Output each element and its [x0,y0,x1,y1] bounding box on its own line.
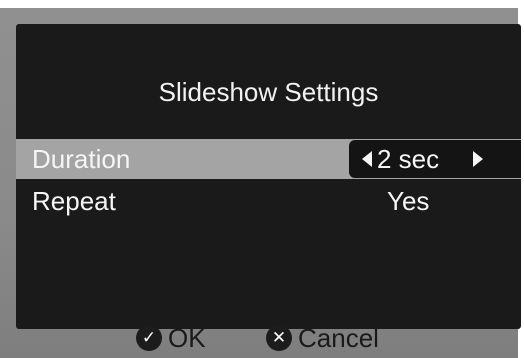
setting-label-repeat: Repeat [32,186,116,216]
setting-label-duration: Duration [32,144,131,174]
check-icon: ✓ [136,325,162,351]
footer-bar: ✓ OK ✕ Cancel [0,318,518,358]
x-icon: ✕ [266,325,292,351]
setting-row-duration[interactable]: Duration 2 sec [16,139,521,179]
setting-value-duration: 2 sec [377,144,440,174]
ok-label: OK [168,323,206,353]
dialog-title: Slideshow Settings [158,77,379,107]
duration-selector[interactable]: 2 sec [349,140,521,178]
cancel-label: Cancel [298,323,379,353]
setting-row-repeat[interactable]: Repeat Yes [16,181,521,221]
dialog-frame: Slideshow Settings Duration 2 sec Repeat… [0,8,521,358]
settings-panel: Slideshow Settings Duration 2 sec Repeat… [16,24,521,329]
arrow-left-icon[interactable] [362,151,372,167]
setting-value-repeat: Yes [387,186,430,216]
arrow-right-icon[interactable] [473,151,483,167]
